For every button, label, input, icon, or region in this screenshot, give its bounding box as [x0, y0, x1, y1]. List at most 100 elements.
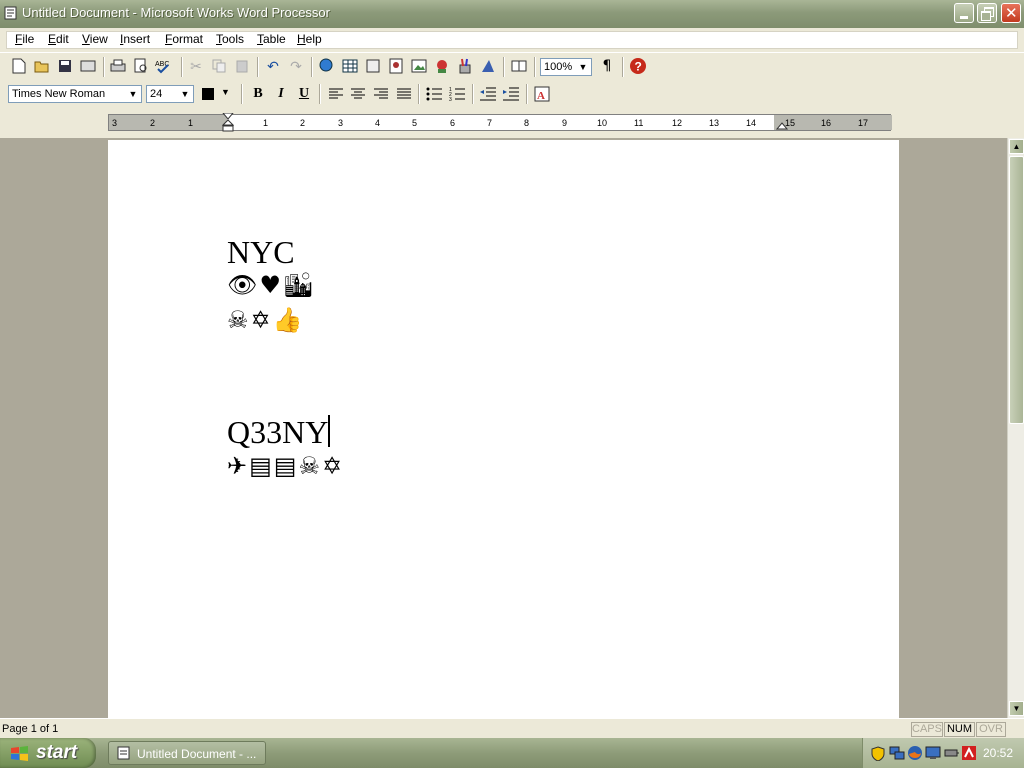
font-size-value: 24: [150, 88, 163, 100]
copy-icon[interactable]: [209, 56, 229, 76]
zoom-value: 100%: [544, 61, 573, 73]
restore-button[interactable]: [977, 3, 997, 23]
vertical-scrollbar[interactable]: ▲ ▼: [1007, 138, 1024, 718]
font-name-select[interactable]: Times New Roman ▼: [8, 85, 142, 103]
caps-indicator: CAPS: [911, 722, 943, 737]
insert-hyperlink-icon[interactable]: [317, 56, 337, 76]
document-page[interactable]: NYC 👁♥🏙 ☠✡👍 Q33NY ✈▤▤☠✡: [108, 140, 899, 718]
right-indent-marker-icon[interactable]: [776, 120, 788, 130]
ruler-label: 7: [487, 118, 493, 128]
doc-line-symbols-1[interactable]: 👁♥🏙: [227, 271, 315, 299]
ruler-label: 1: [263, 118, 269, 128]
align-right-icon[interactable]: [371, 84, 391, 104]
ruler-label: 3: [338, 118, 344, 128]
chevron-down-icon[interactable]: ▼: [576, 60, 590, 74]
close-icon: ✕: [1005, 4, 1018, 22]
clock: 20:52: [983, 746, 1014, 760]
bold-button[interactable]: B: [248, 84, 268, 104]
doc-line-nyc[interactable]: NYC: [227, 234, 295, 271]
increase-indent-icon[interactable]: [501, 84, 521, 104]
undo-icon[interactable]: ↶: [263, 56, 283, 76]
chevron-down-icon[interactable]: ▼: [126, 87, 140, 101]
print-preview-icon[interactable]: [131, 56, 151, 76]
security-shield-icon[interactable]: [871, 746, 885, 761]
start-button[interactable]: start: [0, 738, 96, 768]
ruler-label: 4: [375, 118, 381, 128]
indent-marker-icon[interactable]: [222, 113, 234, 132]
ruler-label: 10: [597, 118, 608, 128]
font-size-select[interactable]: 24 ▼: [146, 85, 194, 103]
menu-edit[interactable]: Edit: [48, 32, 69, 46]
ovr-indicator: OVR: [976, 722, 1006, 737]
menu-format[interactable]: Format: [165, 32, 203, 46]
firefox-icon[interactable]: [907, 745, 923, 761]
insert-art-icon[interactable]: [432, 56, 452, 76]
antivirus-icon[interactable]: [961, 745, 977, 761]
usb-device-icon[interactable]: [943, 746, 959, 760]
horizontal-ruler[interactable]: 3 2 1 1 2 3 4 5 6 7 8 9 10 11 12 13 14 1…: [108, 113, 892, 132]
chevron-down-icon[interactable]: ▼: [178, 87, 192, 101]
font-name-value: Times New Roman: [12, 88, 106, 100]
ruler-label: 11: [634, 118, 644, 128]
menu-table[interactable]: Table: [257, 32, 286, 46]
window-title: Untitled Document - Microsoft Works Word…: [22, 5, 330, 20]
insert-clip-art-icon[interactable]: [386, 56, 406, 76]
spelling-check-icon[interactable]: ABC: [154, 56, 174, 76]
ruler-label: 1: [188, 118, 194, 128]
title-bar[interactable]: Untitled Document - Microsoft Works Word…: [0, 0, 1024, 28]
doc-line-symbols-2[interactable]: ☠✡👍: [227, 306, 305, 334]
zoom-select[interactable]: 100% ▼: [540, 58, 592, 76]
new-document-icon[interactable]: [9, 56, 29, 76]
chevron-down-icon[interactable]: ▼: [221, 87, 230, 97]
scroll-down-button[interactable]: ▼: [1009, 701, 1024, 716]
insert-picture-icon[interactable]: [409, 56, 429, 76]
word-art-icon[interactable]: [478, 56, 498, 76]
align-center-icon[interactable]: [348, 84, 368, 104]
redo-icon[interactable]: ↷: [286, 56, 306, 76]
monitor-icon[interactable]: [925, 746, 941, 760]
close-button[interactable]: ✕: [1001, 3, 1021, 23]
open-folder-icon[interactable]: [32, 56, 52, 76]
menu-tools[interactable]: Tools: [216, 32, 244, 46]
chevron-up-icon: ▲: [1012, 142, 1021, 151]
reading-view-icon[interactable]: [509, 56, 529, 76]
justify-icon[interactable]: [394, 84, 414, 104]
doc-line-q33ny[interactable]: Q33NY: [227, 414, 331, 451]
insert-table-icon[interactable]: [340, 56, 360, 76]
paste-icon[interactable]: [232, 56, 252, 76]
print-icon[interactable]: [108, 56, 128, 76]
ruler-label: 9: [562, 118, 568, 128]
scroll-thumb[interactable]: [1009, 156, 1024, 424]
underline-button[interactable]: U: [294, 84, 314, 104]
system-tray: 20:52: [862, 738, 1024, 768]
align-left-icon[interactable]: [326, 84, 346, 104]
num-indicator: NUM: [944, 722, 975, 737]
ruler-label: 8: [524, 118, 530, 128]
font-color-select[interactable]: ▼: [199, 85, 237, 103]
menu-file[interactable]: File: [15, 32, 34, 46]
ruler-label: 2: [150, 118, 156, 128]
italic-button[interactable]: I: [271, 84, 291, 104]
network-icon[interactable]: [889, 746, 905, 760]
bullets-icon[interactable]: [424, 84, 444, 104]
numbering-icon[interactable]: 123: [447, 84, 467, 104]
show-formatting-button[interactable]: ¶: [597, 56, 617, 76]
doc-line-symbols-3[interactable]: ✈▤▤☠✡: [227, 452, 344, 480]
address-book-icon[interactable]: [78, 56, 98, 76]
insert-spreadsheet-icon[interactable]: [363, 56, 383, 76]
scroll-up-button[interactable]: ▲: [1009, 139, 1024, 154]
decrease-indent-icon[interactable]: [478, 84, 498, 104]
status-bar: Page 1 of 1 CAPS NUM OVR: [0, 718, 1024, 739]
taskbar-item-document[interactable]: Untitled Document - ...: [108, 741, 266, 765]
menu-help[interactable]: Help: [297, 32, 322, 46]
cut-icon[interactable]: ✂: [186, 56, 206, 76]
minimize-button[interactable]: [954, 3, 974, 23]
save-disk-icon[interactable]: [55, 56, 75, 76]
ruler-label: 12: [672, 118, 683, 128]
doc-text-q33ny[interactable]: Q33NY: [227, 414, 328, 450]
help-icon[interactable]: ?: [628, 56, 648, 76]
menu-insert[interactable]: Insert: [120, 32, 150, 46]
format-gallery-icon[interactable]: A: [532, 84, 552, 104]
menu-view[interactable]: View: [82, 32, 108, 46]
paint-tools-icon[interactable]: [455, 56, 475, 76]
